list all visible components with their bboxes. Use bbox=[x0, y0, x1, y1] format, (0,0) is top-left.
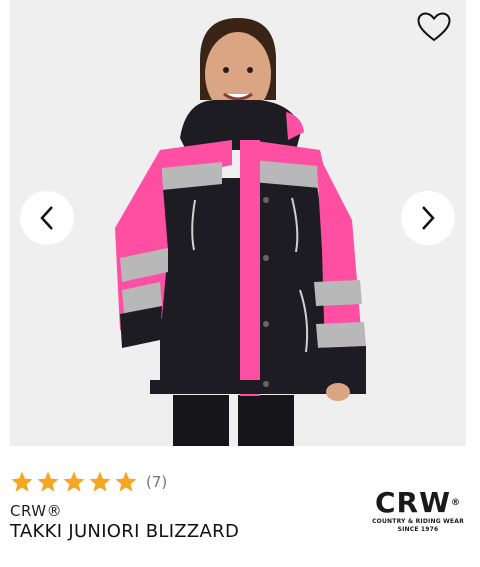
chevron-left-icon bbox=[40, 206, 53, 230]
star-filled-icon bbox=[37, 471, 59, 492]
product-photo bbox=[10, 0, 466, 446]
star-filled-icon bbox=[11, 471, 33, 492]
star-filled-icon bbox=[63, 471, 85, 492]
logo-tagline: COUNTRY & RIDING WEAR bbox=[372, 518, 464, 525]
carousel-prev-button[interactable] bbox=[20, 191, 74, 245]
product-brand: CRW® bbox=[10, 502, 63, 520]
product-rating[interactable]: (7) bbox=[10, 470, 167, 494]
brand-logo: CRW® COUNTRY & RIDING WEAR SINCE 1976 bbox=[372, 488, 464, 534]
star-filled-icon bbox=[115, 471, 137, 492]
logo-wordmark: CRW® bbox=[375, 486, 461, 519]
review-count[interactable]: (7) bbox=[146, 473, 167, 491]
carousel-next-button[interactable] bbox=[401, 191, 455, 245]
product-image-carousel[interactable] bbox=[10, 0, 466, 446]
chevron-right-icon bbox=[422, 206, 435, 230]
product-title: TAKKI JUNIORI BLIZZARD bbox=[10, 521, 240, 542]
logo-since: SINCE 1976 bbox=[397, 526, 439, 533]
heart-outline-icon bbox=[417, 12, 451, 42]
favorite-button[interactable] bbox=[414, 8, 454, 46]
star-filled-icon bbox=[89, 471, 111, 492]
